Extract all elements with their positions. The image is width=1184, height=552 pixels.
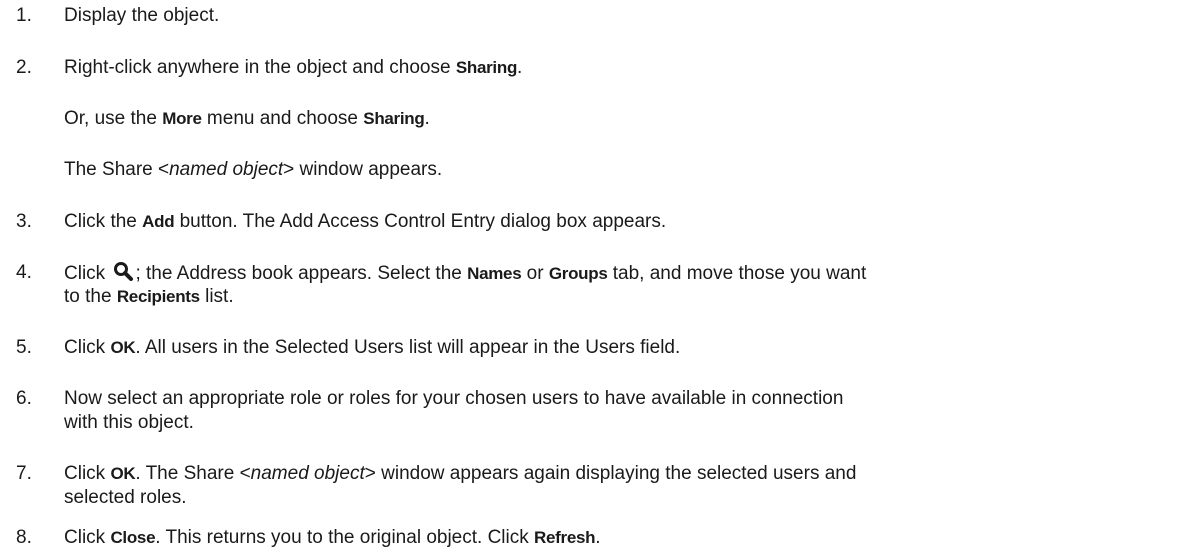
step-8-text: Click Close. This returns you to the ori… — [64, 527, 601, 548]
step-number: 5. — [16, 337, 32, 358]
step-5-text: Click OK. All users in the Selected User… — [64, 337, 681, 358]
step-1-text: Display the object. — [64, 5, 220, 26]
recipients-label: Recipients — [116, 287, 200, 306]
step-6-text-cont: with this object. — [64, 412, 194, 433]
sharing-label: Sharing — [455, 58, 518, 77]
step-number: 1. — [16, 5, 32, 26]
step-6-text: Now select an appropriate role or roles … — [64, 388, 844, 409]
groups-tab-label: Groups — [548, 264, 608, 283]
step-2-alternative: Or, use the More menu and choose Sharing… — [64, 108, 430, 129]
step-3-text: Click the Add button. The Add Access Con… — [64, 211, 667, 232]
names-tab-label: Names — [467, 264, 522, 283]
step-4-text: Click ; the Address book appears. Select… — [64, 261, 867, 284]
sharing-label: Sharing — [363, 109, 425, 128]
step-7-text: Click OK. The Share <named object> windo… — [64, 463, 857, 484]
search-icon — [113, 261, 135, 281]
step-7-text-cont: selected roles. — [64, 487, 187, 508]
refresh-button-label: Refresh — [534, 528, 596, 547]
ok-button-label: OK — [110, 338, 136, 357]
more-menu-label: More — [162, 109, 202, 128]
step-2-text: Right-click anywhere in the object and c… — [64, 57, 523, 78]
close-button-label: Close — [110, 528, 156, 547]
step-number: 6. — [16, 388, 32, 409]
step-number: 8. — [16, 527, 32, 548]
step-number: 3. — [16, 211, 32, 232]
step-2-result: The Share <named object> window appears. — [64, 159, 443, 180]
step-number: 2. — [16, 57, 32, 78]
step-number: 7. — [16, 463, 32, 484]
ok-button-label: OK — [110, 464, 136, 483]
step-number: 4. — [16, 262, 32, 283]
step-4-text-cont: to the Recipients list. — [64, 286, 234, 307]
add-button-label: Add — [142, 212, 175, 231]
